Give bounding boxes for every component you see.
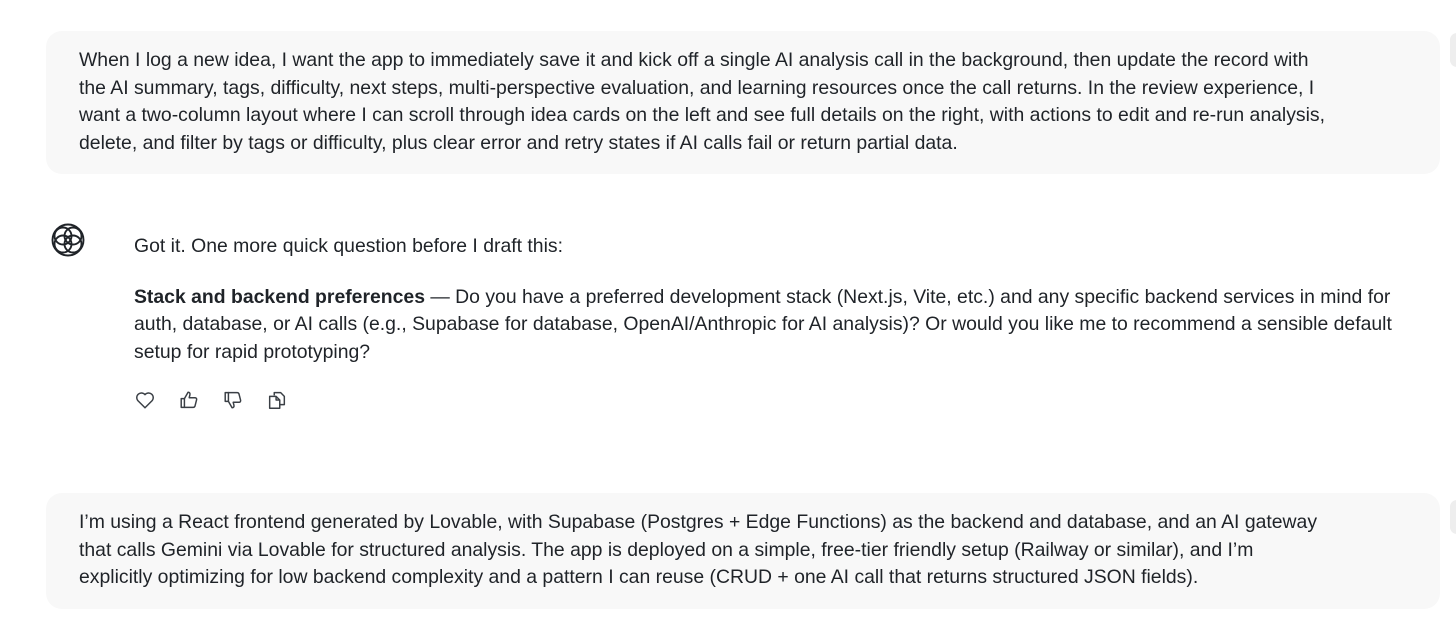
assistant-message: Got it. One more quick question before I… <box>134 233 1456 366</box>
message-line: want a two-column layout where I can scr… <box>79 104 1325 126</box>
question-text: — Do you have a preferred development st… <box>425 285 1391 308</box>
copy-icon <box>268 391 286 409</box>
message-line: the AI summary, tags, difficulty, next s… <box>79 76 1315 99</box>
assistant-question: Stack and backend preferences — Do you h… <box>134 284 1456 367</box>
copy-button[interactable] <box>259 386 295 414</box>
thumbs-up-button[interactable] <box>171 386 207 414</box>
thumbs-down-button[interactable] <box>215 386 251 414</box>
question-line: auth, database, or AI calls (e.g., Supab… <box>134 313 1392 335</box>
message-line: explicitly optimizing for low backend co… <box>79 566 1199 588</box>
message-line: When I log a new idea, I want the app to… <box>79 49 1309 71</box>
user-message-2: I’m using a React frontend generated by … <box>46 493 1440 609</box>
user-avatar-edge <box>1450 500 1456 534</box>
message-line: delete, and filter by tags or difficulty… <box>79 131 958 154</box>
question-line: Stack and backend preferences — Do you h… <box>134 284 1456 312</box>
thumbs-down-icon <box>224 391 242 409</box>
user-message-1: When I log a new idea, I want the app to… <box>46 31 1440 174</box>
question-line: setup for rapid prototyping? <box>134 340 371 363</box>
favorite-button[interactable] <box>127 386 163 414</box>
message-line: that calls Gemini via Lovable for struct… <box>79 538 1254 561</box>
user-avatar-edge <box>1450 33 1456 67</box>
assistant-intro: Got it. One more quick question before I… <box>134 235 563 257</box>
thumbs-up-icon <box>180 391 198 409</box>
assistant-logo-icon <box>50 222 86 258</box>
message-actions <box>127 386 295 414</box>
question-title: Stack and backend preferences <box>134 285 425 308</box>
heart-icon <box>136 392 154 409</box>
message-line: I’m using a React frontend generated by … <box>79 511 1318 533</box>
